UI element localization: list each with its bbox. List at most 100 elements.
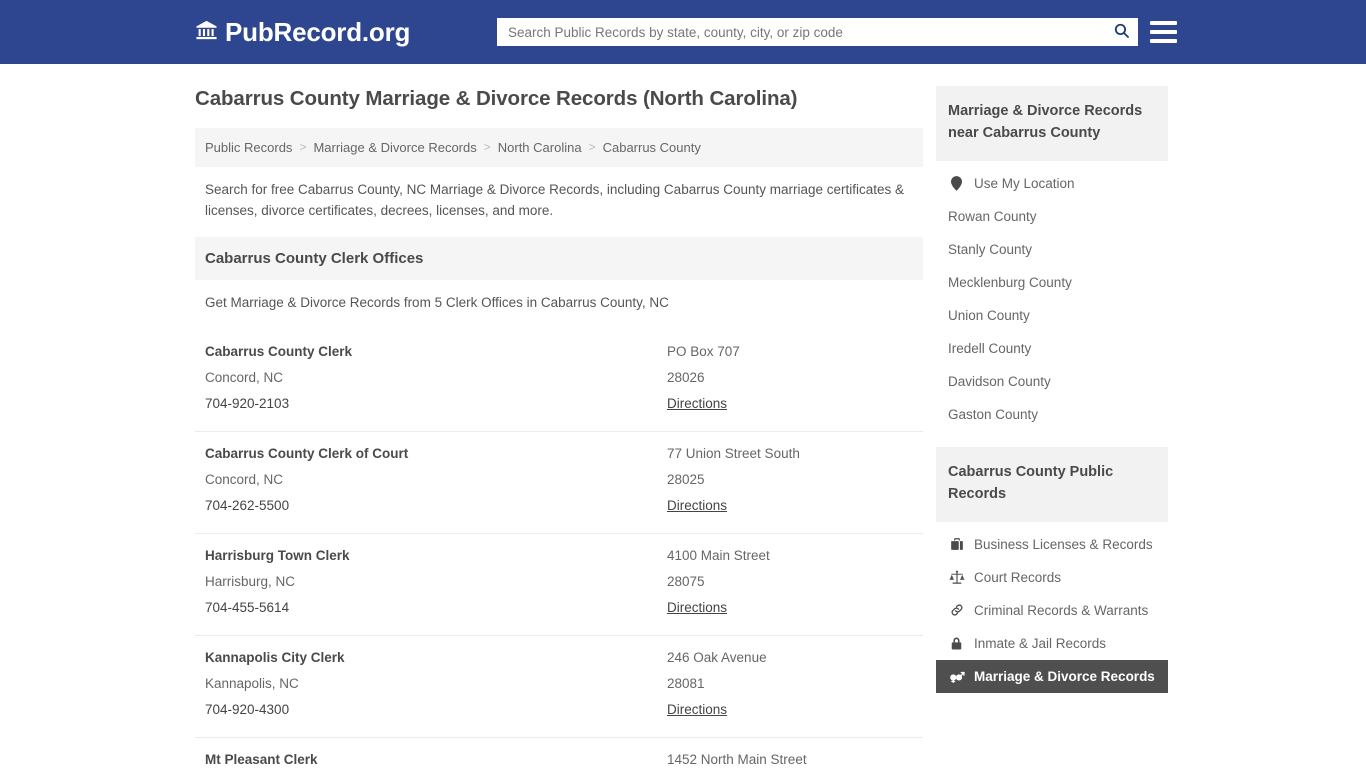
search-icon <box>1113 22 1130 42</box>
search-bar <box>497 18 1138 46</box>
breadcrumb-separator: > <box>483 140 491 155</box>
sidebar-item-label: Iredell County <box>948 340 1032 356</box>
office-phone[interactable]: 704-262-5500 <box>205 493 667 519</box>
page-container: Cabarrus County Marriage & Divorce Recor… <box>0 86 1366 768</box>
directions-link[interactable]: Directions <box>667 595 727 621</box>
office-address-block: 1452 North Main Street 28124 Directions <box>667 747 913 768</box>
office-address-block: 77 Union Street South 28025 Directions <box>667 441 913 519</box>
office-details: Mt Pleasant Clerk Mount Pleasant, NC 704… <box>205 747 667 768</box>
briefcase-icon <box>948 537 965 551</box>
sidebar-item-label: Inmate & Jail Records <box>974 635 1107 651</box>
table-row: Harrisburg Town Clerk Harrisburg, NC 704… <box>195 534 923 637</box>
office-phone[interactable]: 704-920-4300 <box>205 697 667 723</box>
office-details: Harrisburg Town Clerk Harrisburg, NC 704… <box>205 543 667 621</box>
sidebar-item-gaston-county[interactable]: Gaston County <box>936 398 1168 431</box>
office-details: Kannapolis City Clerk Kannapolis, NC 704… <box>205 645 667 723</box>
sidebar-item-business-licenses[interactable]: Business Licenses & Records <box>936 528 1168 561</box>
office-address: PO Box 707 <box>667 344 740 360</box>
office-address: 246 Oak Avenue <box>667 650 767 666</box>
brand-name: PubRecord.org <box>225 17 411 47</box>
sidebar-item-davidson-county[interactable]: Davidson County <box>936 365 1168 398</box>
sidebar-header-public-records: Cabarrus County Public Records <box>936 446 1168 522</box>
directions-link[interactable]: Directions <box>667 697 727 723</box>
breadcrumb-separator: > <box>588 140 596 155</box>
clerk-offices-list: Cabarrus County Clerk Concord, NC 704-92… <box>195 330 923 768</box>
office-zip: 28026 <box>667 370 705 386</box>
office-name: Kannapolis City Clerk <box>205 650 345 666</box>
hamburger-menu-icon[interactable] <box>1150 19 1177 45</box>
sidebar-item-label: Criminal Records & Warrants <box>974 602 1149 618</box>
main-content: Cabarrus County Marriage & Divorce Recor… <box>195 86 923 768</box>
office-name: Harrisburg Town Clerk <box>205 548 350 564</box>
office-zip: 28025 <box>667 472 705 488</box>
office-zip: 28081 <box>667 676 705 692</box>
sidebar-item-marriage-divorce-records[interactable]: Marriage & Divorce Records <box>936 659 1168 693</box>
sidebar-item-label: Business Licenses & Records <box>974 536 1153 552</box>
table-row: Cabarrus County Clerk of Court Concord, … <box>195 432 923 535</box>
office-zip: 28075 <box>667 574 705 590</box>
menu-bar-1 <box>1150 21 1177 25</box>
office-name: Mt Pleasant Clerk <box>205 752 318 768</box>
office-city-state: Kannapolis, NC <box>205 676 299 692</box>
sidebar-item-label: Davidson County <box>948 373 1051 389</box>
section-subtitle: Get Marriage & Divorce Records from 5 Cl… <box>205 295 669 311</box>
sidebar-divider <box>936 431 1168 447</box>
site-logo[interactable]: PubRecord.org <box>195 19 410 46</box>
balance-scale-icon <box>948 570 965 585</box>
office-address: 77 Union Street South <box>667 446 800 462</box>
search-input[interactable] <box>497 18 1104 46</box>
bank-museum-icon <box>195 19 218 46</box>
sidebar-header-nearby: Marriage & Divorce Records near Cabarrus… <box>936 86 1168 161</box>
office-details: Cabarrus County Clerk Concord, NC 704-92… <box>205 339 667 417</box>
office-city-state: Concord, NC <box>205 472 284 488</box>
breadcrumb-separator: > <box>299 140 307 155</box>
sidebar-item-criminal-records[interactable]: Criminal Records & Warrants <box>936 594 1168 627</box>
sidebar-item-mecklenburg-county[interactable]: Mecklenburg County <box>936 266 1168 299</box>
sidebar-item-rowan-county[interactable]: Rowan County <box>936 200 1168 233</box>
menu-bar-3 <box>1150 39 1177 43</box>
sidebar-item-inmate-jail-records[interactable]: Inmate & Jail Records <box>936 627 1168 660</box>
sidebar-nearby-list: Use My Location Rowan County Stanly Coun… <box>936 161 1168 431</box>
office-address-block: PO Box 707 28026 Directions <box>667 339 913 417</box>
sidebar-item-iredell-county[interactable]: Iredell County <box>936 332 1168 365</box>
directions-link[interactable]: Directions <box>667 493 727 519</box>
sidebar-item-court-records[interactable]: Court Records <box>936 561 1168 594</box>
office-city-state: Concord, NC <box>205 370 284 386</box>
breadcrumb-item-marriage-divorce-records[interactable]: Marriage & Divorce Records <box>313 140 476 155</box>
venus-mars-icon <box>948 669 965 684</box>
table-row: Cabarrus County Clerk Concord, NC 704-92… <box>195 330 923 433</box>
sidebar-item-label: Union County <box>948 307 1030 323</box>
office-phone[interactable]: 704-455-5614 <box>205 595 667 621</box>
sidebar-item-label: Marriage & Divorce Records <box>974 668 1155 684</box>
page-title: Cabarrus County Marriage & Divorce Recor… <box>195 87 798 110</box>
site-header: PubRecord.org <box>0 0 1366 64</box>
sidebar-item-stanly-county[interactable]: Stanly County <box>936 233 1168 266</box>
office-city-state: Harrisburg, NC <box>205 574 296 590</box>
search-button[interactable] <box>1104 18 1138 46</box>
sidebar: Marriage & Divorce Records near Cabarrus… <box>936 86 1168 768</box>
breadcrumb-item-north-carolina[interactable]: North Carolina <box>498 140 582 155</box>
directions-link[interactable]: Directions <box>667 391 727 417</box>
menu-bar-2 <box>1150 30 1177 34</box>
sidebar-item-label: Court Records <box>974 569 1062 585</box>
breadcrumb-item-cabarrus-county: Cabarrus County <box>602 139 701 155</box>
office-address-block: 246 Oak Avenue 28081 Directions <box>667 645 913 723</box>
office-phone[interactable]: 704-920-2103 <box>205 391 667 417</box>
sidebar-item-union-county[interactable]: Union County <box>936 299 1168 332</box>
table-row: Mt Pleasant Clerk Mount Pleasant, NC 704… <box>195 738 923 768</box>
sidebar-item-label: Stanly County <box>948 241 1033 257</box>
sidebar-public-records-list: Business Licenses & Records Court Record… <box>936 522 1168 693</box>
sidebar-item-label: Mecklenburg County <box>948 274 1072 290</box>
table-row: Kannapolis City Clerk Kannapolis, NC 704… <box>195 636 923 739</box>
breadcrumb-item-public-records[interactable]: Public Records <box>205 140 292 155</box>
office-address: 1452 North Main Street <box>667 752 807 768</box>
sidebar-item-label: Gaston County <box>948 406 1039 422</box>
office-address-block: 4100 Main Street 28075 Directions <box>667 543 913 621</box>
lock-icon <box>948 636 965 651</box>
section-header-clerk-offices: Cabarrus County Clerk Offices <box>195 237 923 281</box>
link-chain-icon <box>948 603 965 617</box>
sidebar-item-use-my-location[interactable]: Use My Location <box>936 167 1168 200</box>
sidebar-item-label: Use My Location <box>974 175 1075 191</box>
office-name: Cabarrus County Clerk <box>205 344 353 360</box>
office-name: Cabarrus County Clerk of Court <box>205 446 409 462</box>
